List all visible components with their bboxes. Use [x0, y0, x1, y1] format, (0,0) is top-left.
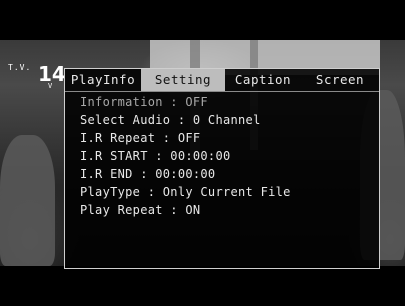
setting-ir-end[interactable]: I.R END : 00:00:00 [80, 165, 375, 183]
tab-setting[interactable]: Setting [141, 69, 225, 91]
channel-indicator: T.V. 14 V [8, 60, 66, 91]
settings-list: Information : OFF Select Audio : 0 Chann… [80, 93, 375, 219]
setting-play-repeat[interactable]: Play Repeat : ON [80, 201, 375, 219]
setting-information[interactable]: Information : OFF [80, 93, 375, 111]
tab-playinfo[interactable]: PlayInfo [65, 69, 141, 91]
setting-ir-start[interactable]: I.R START : 00:00:00 [80, 147, 375, 165]
scene-figure [0, 135, 55, 266]
setting-ir-repeat[interactable]: I.R Repeat : OFF [80, 129, 375, 147]
channel-sub-label: V [48, 82, 53, 90]
setting-select-audio[interactable]: Select Audio : 0 Channel [80, 111, 375, 129]
menu-tab-bar: PlayInfo Setting Caption Screen [65, 69, 379, 92]
tv-icon: T.V. [8, 63, 32, 72]
osd-menu-panel: PlayInfo Setting Caption Screen Informat… [64, 68, 380, 269]
tab-screen[interactable]: Screen [301, 69, 379, 91]
setting-playtype[interactable]: PlayType : Only Current File [80, 183, 375, 201]
tv-screen: T.V. 14 V PlayInfo Setting Caption Scree… [0, 0, 405, 306]
channel-number: 14 [38, 62, 66, 86]
tab-caption[interactable]: Caption [225, 69, 301, 91]
